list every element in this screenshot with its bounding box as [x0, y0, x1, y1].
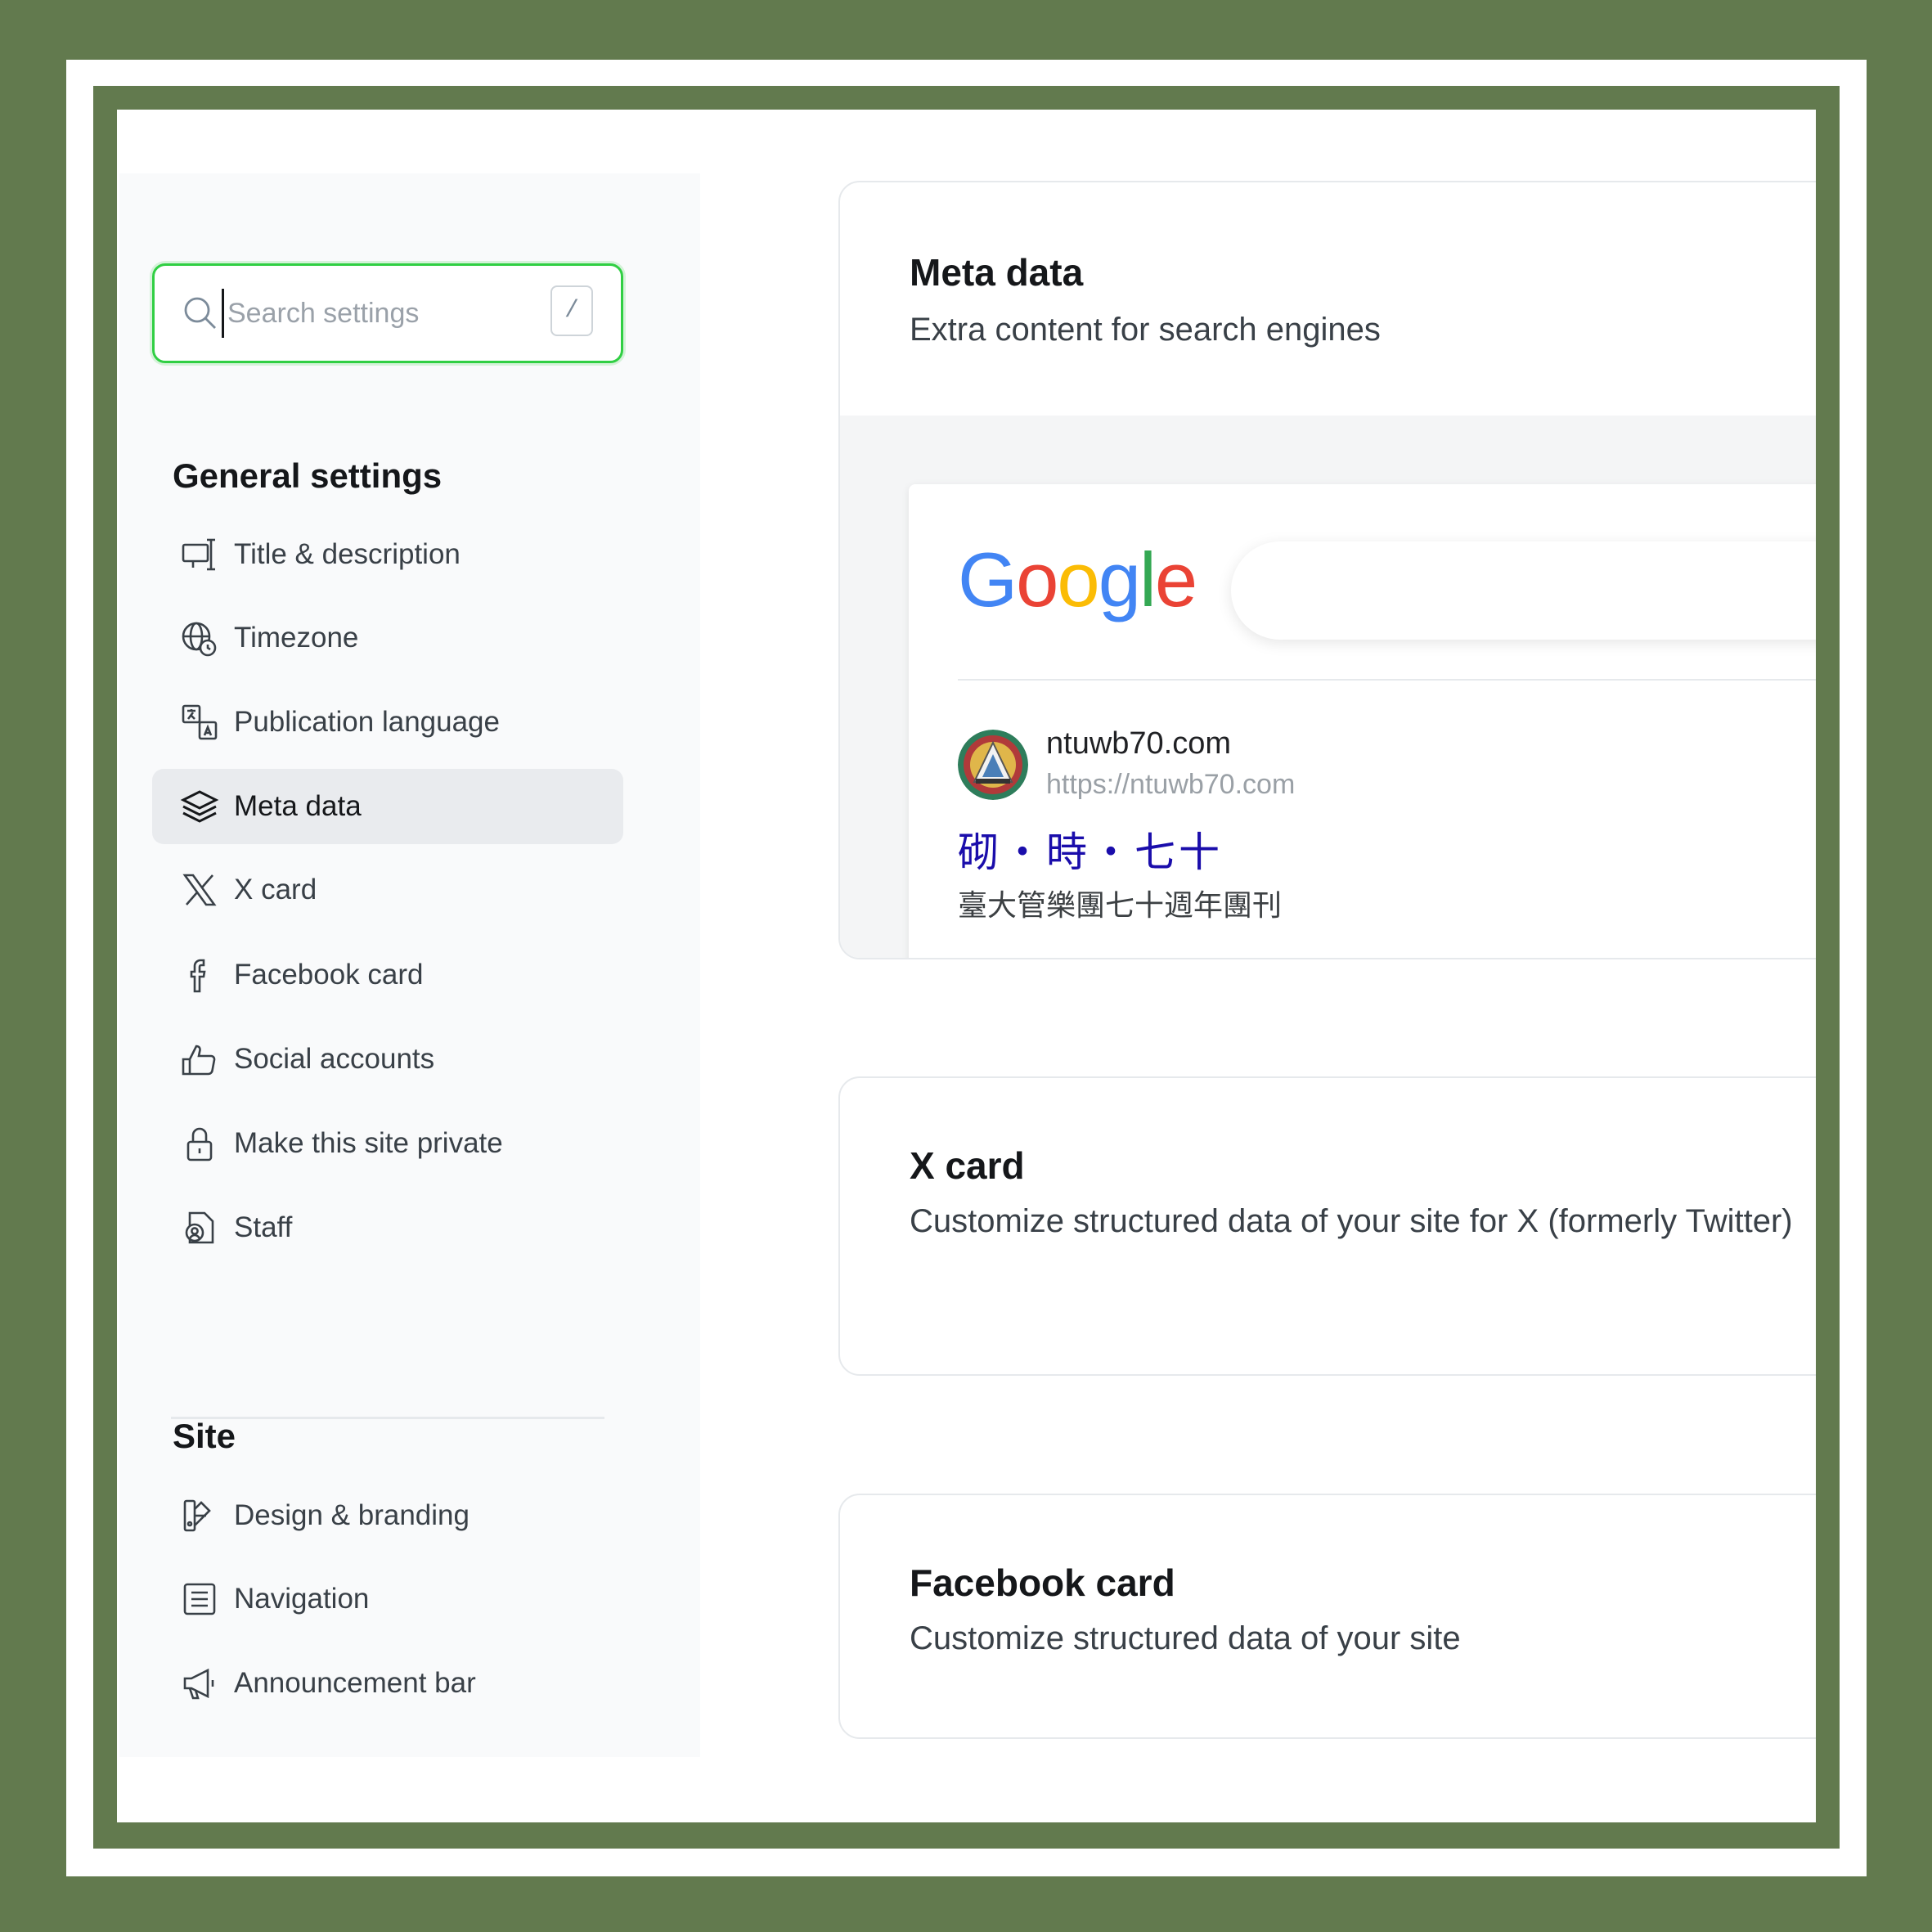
sidebar-item-label: Staff: [234, 1211, 293, 1243]
general-settings-heading: General settings: [173, 456, 443, 495]
sidebar-item-timezone[interactable]: Timezone: [152, 600, 623, 676]
search-icon: [184, 297, 216, 329]
google-search-bar: [1231, 541, 1816, 640]
thumbs-up-icon: [182, 1045, 216, 1076]
google-logo: Google: [958, 537, 1197, 622]
settings-sidebar: / General settings Title & description T…: [119, 173, 700, 1757]
sidebar-item-announcement-bar[interactable]: Announcement bar: [152, 1646, 623, 1721]
facebook-card-title: Facebook card: [910, 1561, 1175, 1604]
search-preview-area: Google ntuwb70.com https://ntuwb70.com 砌…: [840, 416, 1816, 958]
sidebar-item-label: Social accounts: [234, 1043, 435, 1075]
meta-data-description: Extra content for search engines: [910, 312, 1381, 348]
sidebar-item-facebook-card[interactable]: Facebook card: [152, 937, 623, 1013]
search-input[interactable]: [222, 289, 532, 338]
facebook-card-description: Customize structured data of your site: [910, 1620, 1461, 1656]
sidebar-item-label: Design & branding: [234, 1499, 470, 1531]
translate-icon: [182, 704, 218, 740]
site-heading: Site: [173, 1417, 236, 1455]
sidebar-item-x-card[interactable]: X card: [152, 852, 623, 928]
x-card-description: Customize structured data of your site f…: [910, 1203, 1793, 1239]
lock-icon: [186, 1127, 213, 1161]
sidebar-divider: [171, 1417, 604, 1419]
google-search-preview: Google ntuwb70.com https://ntuwb70.com 砌…: [909, 484, 1816, 958]
sidebar-item-label: Facebook card: [234, 959, 424, 991]
title-description-icon: [182, 538, 215, 571]
staff-icon: [185, 1211, 214, 1244]
x-card-section: X card Customize structured data of your…: [838, 1076, 1816, 1376]
globe-clock-icon: [182, 622, 217, 657]
preview-site-name: ntuwb70.com: [1046, 726, 1232, 761]
search-shortcut-key: /: [550, 285, 593, 336]
sidebar-item-label: Make this site private: [234, 1127, 503, 1159]
x-card-title: X card: [910, 1144, 1025, 1187]
preview-separator: [958, 679, 1816, 681]
sidebar-item-label: Announcement bar: [234, 1667, 476, 1699]
sidebar-item-label: Navigation: [234, 1583, 370, 1615]
sidebar-item-publication-language[interactable]: Publication language: [152, 685, 623, 760]
meta-data-title: Meta data: [910, 251, 1084, 294]
sidebar-item-make-site-private[interactable]: Make this site private: [152, 1106, 623, 1181]
megaphone-icon: [183, 1668, 214, 1700]
sidebar-item-label: X card: [234, 874, 317, 905]
sidebar-item-label: Meta data: [234, 790, 362, 822]
site-favicon: [958, 730, 1028, 800]
design-branding-icon: [183, 1499, 211, 1532]
preview-result-description: 臺大管樂團七十週年團刊: [958, 889, 1283, 923]
layers-icon: [180, 790, 219, 823]
navigation-icon: [183, 1583, 216, 1615]
settings-screen: / General settings Title & description T…: [117, 110, 1816, 1822]
sidebar-item-navigation[interactable]: Navigation: [152, 1561, 623, 1637]
sidebar-item-meta-data[interactable]: Meta data: [152, 769, 623, 844]
facebook-card-section: Facebook card Customize structured data …: [838, 1494, 1816, 1739]
sidebar-item-label: Timezone: [234, 622, 359, 654]
facebook-icon: [190, 959, 206, 993]
preview-result-title: 砌・時・七十: [958, 829, 1223, 876]
sidebar-item-label: Title & description: [234, 538, 461, 570]
sidebar-item-label: Publication language: [234, 706, 500, 738]
sidebar-item-design-branding[interactable]: Design & branding: [152, 1478, 623, 1553]
sidebar-item-social-accounts[interactable]: Social accounts: [152, 1022, 623, 1097]
search-box[interactable]: /: [152, 263, 623, 363]
x-logo-icon: [182, 874, 217, 906]
meta-data-card: Meta data Extra content for search engin…: [838, 181, 1816, 959]
preview-site-url: https://ntuwb70.com: [1046, 769, 1296, 800]
sidebar-item-staff[interactable]: Staff: [152, 1190, 623, 1265]
sidebar-item-title-description[interactable]: Title & description: [152, 517, 623, 592]
